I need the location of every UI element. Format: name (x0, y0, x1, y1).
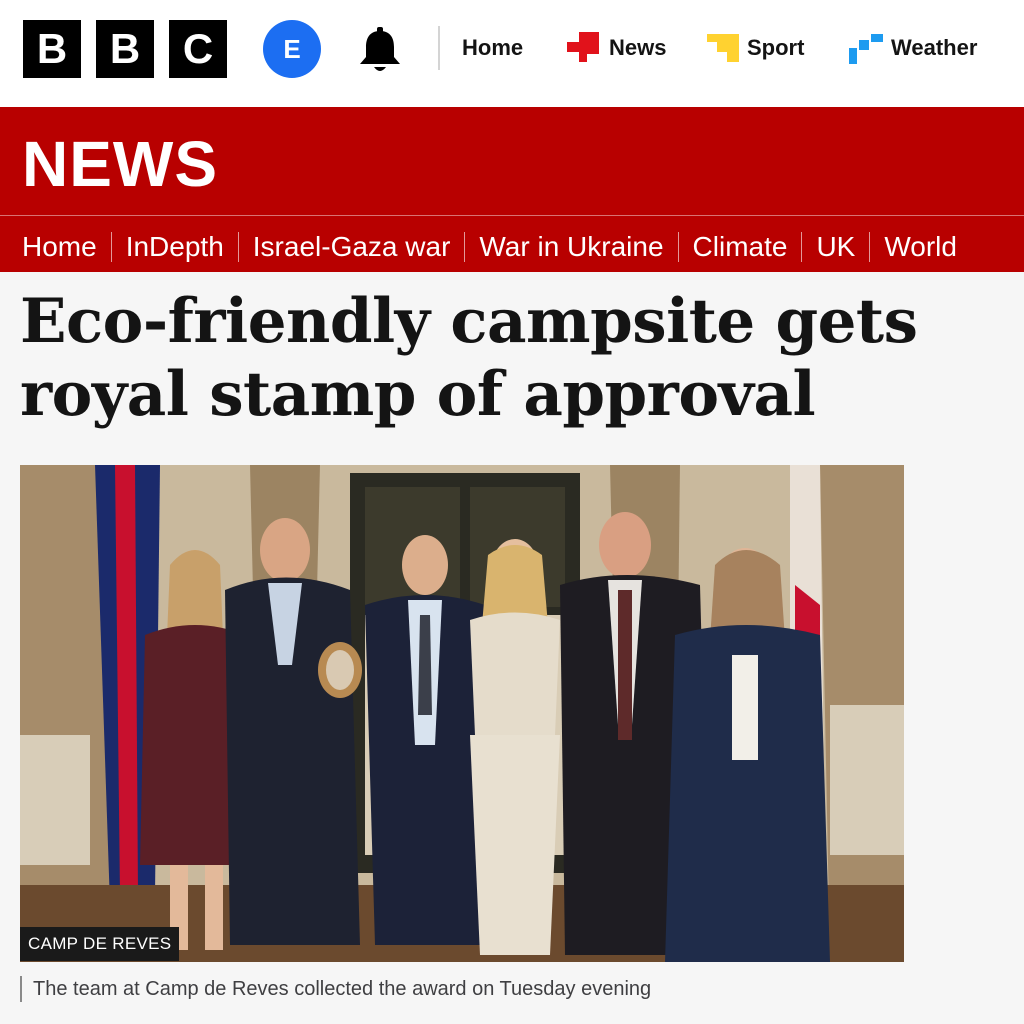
account-avatar[interactable]: E (263, 20, 321, 78)
section-nav-separator (237, 232, 239, 262)
headline-line-2: royal stamp of approval (20, 359, 816, 430)
top-nav-weather[interactable]: Weather (849, 30, 977, 66)
section-nav-indepth[interactable]: InDepth (126, 231, 224, 263)
section-nav: Home InDepth Israel-Gaza war War in Ukra… (22, 231, 957, 263)
news-masthead: NEWS Home InDepth Israel-Gaza war War in… (0, 107, 1024, 272)
bell-icon[interactable] (357, 25, 403, 75)
news-title[interactable]: NEWS (22, 127, 218, 201)
image-credit: CAMP DE REVES (20, 927, 180, 961)
top-nav-sport-label: Sport (747, 35, 805, 60)
article-headline: Eco-friendly campsite gets royal stamp o… (20, 285, 920, 431)
top-nav-sport[interactable]: Sport (707, 30, 804, 66)
logo-letter-b1: B (23, 20, 81, 78)
top-nav-weather-label: Weather (891, 35, 978, 60)
top-nav-news-label: News (609, 35, 667, 60)
headline-line-1: Eco-friendly campsite gets (20, 286, 918, 357)
group-photo-illustration (20, 465, 904, 962)
global-header: B B C E Home News Sport Weather (0, 0, 1024, 107)
sport-icon (707, 34, 739, 62)
top-nav-news[interactable]: News (567, 30, 666, 66)
caption-rule (20, 976, 22, 1002)
masthead-rule (0, 215, 1024, 216)
section-nav-separator (801, 232, 803, 262)
logo-letter-b2: B (96, 20, 154, 78)
section-nav-separator (110, 232, 112, 262)
section-nav-uk[interactable]: UK (816, 231, 855, 263)
article-photo (20, 465, 904, 962)
section-nav-ukraine[interactable]: War in Ukraine (479, 231, 663, 263)
logo-letter-c: C (169, 20, 227, 78)
header-divider (438, 26, 440, 70)
weather-icon (849, 34, 883, 64)
image-caption: The team at Camp de Reves collected the … (33, 978, 652, 1000)
section-nav-climate[interactable]: Climate (693, 231, 788, 263)
top-nav-home-label: Home (462, 35, 524, 60)
top-nav-home[interactable]: Home (462, 30, 523, 66)
section-nav-world[interactable]: World (884, 231, 957, 263)
section-nav-separator (677, 232, 679, 262)
section-nav-separator (869, 232, 871, 262)
news-icon (567, 32, 599, 62)
section-nav-separator (464, 232, 466, 262)
section-nav-israel-gaza[interactable]: Israel-Gaza war (253, 231, 451, 263)
section-nav-home[interactable]: Home (22, 231, 97, 263)
bbc-logo[interactable]: B B C (23, 20, 227, 78)
